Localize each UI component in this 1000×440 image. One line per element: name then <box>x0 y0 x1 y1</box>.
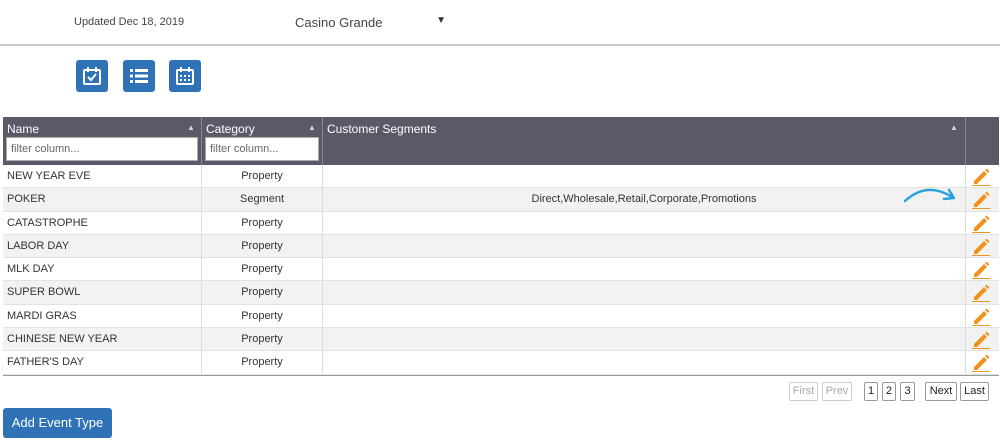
pointer-arrow-icon <box>903 188 956 203</box>
cell-name: CHINESE NEW YEAR <box>3 328 202 351</box>
calendar-view-button[interactable] <box>169 60 201 92</box>
cell-name: FATHER'S DAY <box>3 351 202 374</box>
pagination-first-button[interactable]: First <box>789 382 818 401</box>
cell-category: Property <box>202 328 323 351</box>
updated-date: Updated Dec 18, 2019 <box>74 16 185 28</box>
edit-button[interactable] <box>966 235 999 257</box>
property-select[interactable]: Casino Grande ▼ <box>290 12 450 34</box>
cell-category: Property <box>202 258 323 281</box>
edit-button[interactable] <box>966 328 999 350</box>
cell-customer-segments <box>323 281 966 304</box>
pagination-page-2[interactable]: 2 <box>882 382 896 401</box>
cell-name: NEW YEAR EVE <box>3 165 202 188</box>
cell-name: LABOR DAY <box>3 234 202 258</box>
cell-customer-segments <box>323 165 966 188</box>
list-icon <box>130 69 148 83</box>
grid-bottom-border <box>3 374 999 376</box>
cell-customer-segments <box>323 211 966 234</box>
event-types-grid: Name ▲ Category ▲ Customer Segments ▲ NE… <box>3 117 999 376</box>
sort-up-icon[interactable]: ▲ <box>187 123 195 132</box>
column-header-name[interactable]: Name ▲ <box>3 117 202 165</box>
cell-name: MARDI GRAS <box>3 304 202 328</box>
column-header-actions <box>966 117 999 165</box>
pagination-page-3[interactable]: 3 <box>900 382 915 401</box>
column-title-name: Name <box>7 122 40 136</box>
edit-button[interactable] <box>966 258 999 280</box>
chevron-down-icon: ▼ <box>436 15 446 26</box>
pagination-next-button[interactable]: Next <box>925 382 957 401</box>
name-filter-input[interactable] <box>6 137 198 161</box>
grid-header: Name ▲ Category ▲ Customer Segments ▲ <box>3 117 999 165</box>
cell-category: Property <box>202 234 323 258</box>
category-filter-input[interactable] <box>205 137 319 161</box>
pagination-prev-button[interactable]: Prev <box>822 382 852 401</box>
edit-button[interactable] <box>966 165 999 187</box>
cell-customer-segments <box>323 351 966 374</box>
sort-up-icon[interactable]: ▲ <box>308 123 316 132</box>
edit-button[interactable] <box>966 188 999 210</box>
column-title-category: Category <box>206 122 255 136</box>
cell-name: SUPER BOWL <box>3 281 202 304</box>
edit-button[interactable] <box>966 212 999 234</box>
sort-up-icon[interactable]: ▲ <box>950 123 958 132</box>
table-row[interactable]: SUPER BOWL Property <box>3 281 999 305</box>
table-row[interactable]: CATASTROPHE Property <box>3 211 999 235</box>
pagination-last-button[interactable]: Last <box>960 382 989 401</box>
cell-customer-segments <box>323 234 966 258</box>
cell-customer-segments: Direct,Wholesale,Retail,Corporate,Promot… <box>323 188 966 211</box>
pagination: First Prev 1 2 3 Next Last <box>789 382 989 401</box>
add-event-type-button[interactable]: Add Event Type <box>3 408 112 438</box>
table-row[interactable]: MLK DAY Property <box>3 258 999 282</box>
table-row[interactable]: MARDI GRAS Property <box>3 304 999 329</box>
cell-customer-segments <box>323 258 966 281</box>
cell-customer-segments <box>323 328 966 351</box>
grid-body: NEW YEAR EVE Property POKER Segment Direct,W… <box>3 165 999 375</box>
cell-category: Property <box>202 304 323 328</box>
cell-name: POKER <box>3 188 202 211</box>
edit-button[interactable] <box>966 305 999 327</box>
column-title-customer-segments: Customer Segments <box>327 122 437 136</box>
edit-button[interactable] <box>966 351 999 373</box>
calendar-grid-icon <box>176 67 194 85</box>
cell-category: Segment <box>202 188 323 211</box>
cell-category: Property <box>202 351 323 374</box>
table-row[interactable]: CHINESE NEW YEAR Property <box>3 328 999 352</box>
calendar-check-icon <box>83 67 101 85</box>
cell-name: MLK DAY <box>3 258 202 281</box>
edit-button[interactable] <box>966 281 999 303</box>
calendar-check-view-button[interactable] <box>76 60 108 92</box>
table-row[interactable]: POKER Segment Direct,Wholesale,Retail,Corp… <box>3 188 999 212</box>
cell-category: Property <box>202 281 323 304</box>
table-row[interactable]: LABOR DAY Property <box>3 234 999 259</box>
cell-customer-segments <box>323 304 966 328</box>
list-view-button[interactable] <box>123 60 155 92</box>
pagination-page-1[interactable]: 1 <box>864 382 878 401</box>
table-row[interactable]: NEW YEAR EVE Property <box>3 165 999 189</box>
column-header-customer-segments[interactable]: Customer Segments ▲ <box>323 117 966 165</box>
top-header: Updated Dec 18, 2019 Casino Grande ▼ <box>0 0 1000 46</box>
table-row[interactable]: FATHER'S DAY Property <box>3 351 999 375</box>
cell-name: CATASTROPHE <box>3 211 202 234</box>
column-header-category[interactable]: Category ▲ <box>202 117 323 165</box>
property-select-value: Casino Grande <box>295 15 383 30</box>
cell-category: Property <box>202 165 323 188</box>
cell-category: Property <box>202 211 323 234</box>
